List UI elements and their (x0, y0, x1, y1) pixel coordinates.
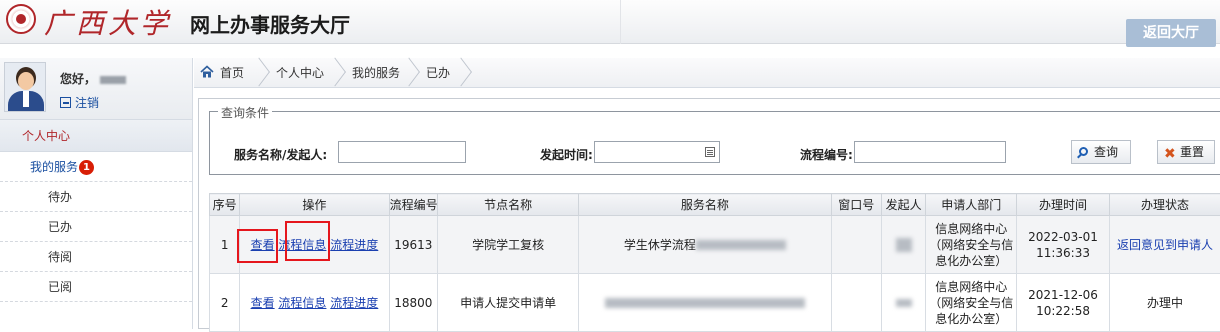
column-header: 办理时间 (1017, 194, 1110, 216)
nav-section-personal-center[interactable]: 个人中心 (0, 120, 192, 152)
breadcrumb-separator (452, 61, 474, 85)
site-title: 网上办事服务大厅 (190, 9, 350, 38)
flow-progress-link[interactable]: 流程进度 (330, 296, 378, 310)
calendar-icon[interactable] (705, 147, 715, 157)
query-legend: 查询条件 (218, 104, 272, 121)
logout-link[interactable]: 注销 (60, 94, 99, 111)
initiator (881, 274, 925, 332)
column-header: 申请人部门 (926, 194, 1017, 216)
query-fieldset: 查询条件 服务名称/发起人: 发起时间: 流程编号: 查询 ✖重置 (209, 111, 1220, 175)
breadcrumb-separator (400, 61, 422, 85)
column-header: 发起人 (881, 194, 925, 216)
status-text[interactable]: 返回意见到申请人 (1117, 238, 1213, 252)
handle-status: 办理中 (1109, 274, 1220, 332)
row-index: 2 (210, 274, 240, 332)
applicant-department: 信息网络中心（网络安全与信息化办公室） (926, 216, 1017, 274)
logout-icon (60, 97, 71, 108)
handle-time: 2022-03-01 11:36:33 (1017, 216, 1110, 274)
search-button[interactable]: 查询 (1071, 140, 1131, 164)
node-name: 申请人提交申请单 (438, 274, 579, 332)
breadcrumb-personal-center[interactable]: 个人中心 (276, 58, 324, 88)
notification-badge: 1 (79, 160, 94, 175)
start-time-label: 发起时间: (540, 146, 593, 163)
row-actions: 查看 流程信息 流程进度 (240, 274, 389, 332)
view-link[interactable]: 查看 (251, 296, 275, 310)
flow-number: 19613 (389, 216, 437, 274)
service-name (579, 274, 831, 332)
node-name: 学院学工复核 (438, 216, 579, 274)
university-logo-text: 广西大学 (44, 2, 172, 42)
service-name: 学生休学流程 (579, 216, 831, 274)
table-header-row: 序号 操作 流程编号 节点名称 服务名称 窗口号 发起人 申请人部门 办理时间 … (210, 194, 1220, 216)
breadcrumb-done: 已办 (426, 58, 450, 88)
column-header: 节点名称 (438, 194, 579, 216)
column-header: 流程编号 (389, 194, 437, 216)
done-items-table: 序号 操作 流程编号 节点名称 服务名称 窗口号 发起人 申请人部门 办理时间 … (209, 193, 1220, 332)
nav-item-my-services[interactable]: 我的服务1 (0, 152, 192, 182)
window-number (831, 274, 881, 332)
header: 广西大学 网上办事服务大厅 (0, 0, 1220, 44)
redacted-text (605, 298, 805, 308)
breadcrumb: 首页 个人中心 我的服务 已办 (194, 58, 1220, 88)
table-row: 2 查看 流程信息 流程进度 18800 申请人提交申请单 信息网络中心（网络安… (210, 274, 1220, 332)
row-index: 1 (210, 216, 240, 274)
search-button-label: 查询 (1094, 145, 1118, 159)
nav-item-read[interactable]: 已阅 (0, 272, 192, 302)
applicant-department: 信息网络中心（网络安全与信息化办公室） (926, 274, 1017, 332)
flow-number-label: 流程编号: (800, 146, 853, 163)
search-icon (1079, 147, 1088, 156)
sidebar: 您好， 注销 个人中心 我的服务1 待办 已办 待阅 已阅 (0, 58, 193, 329)
user-name-redacted (100, 76, 126, 84)
column-header: 服务名称 (579, 194, 831, 216)
back-to-hall-button[interactable]: 返回大厅 (1126, 19, 1216, 47)
flow-progress-link[interactable]: 流程进度 (330, 238, 378, 252)
annotation-highlight-flow-info (285, 221, 330, 261)
nav-item-done[interactable]: 已办 (0, 212, 192, 242)
flow-number: 18800 (389, 274, 437, 332)
column-header: 序号 (210, 194, 240, 216)
reset-button-label: 重置 (1180, 145, 1204, 159)
handle-status[interactable]: 返回意见到申请人 (1109, 216, 1220, 274)
initiator (881, 216, 925, 274)
redacted-text (696, 240, 786, 250)
column-header: 窗口号 (831, 194, 881, 216)
close-icon: ✖ (1164, 143, 1176, 165)
university-seal-icon (6, 4, 36, 34)
service-name-input[interactable] (338, 141, 466, 163)
service-name-label: 服务名称/发起人: (234, 146, 327, 163)
greeting-text: 您好， (60, 72, 96, 86)
breadcrumb-separator (250, 61, 272, 85)
handle-time: 2021-12-06 10:22:58 (1017, 274, 1110, 332)
main-content: 查询条件 服务名称/发起人: 发起时间: 流程编号: 查询 ✖ 重置 序号 操作 … (198, 98, 1220, 329)
greeting: 您好， (60, 70, 126, 87)
start-time-input[interactable] (594, 141, 720, 163)
service-name-text: 学生休学流程 (624, 238, 696, 252)
header-divider (620, 0, 621, 44)
nav-item-todo[interactable]: 待办 (0, 182, 192, 212)
flow-number-input[interactable] (854, 141, 1006, 163)
column-header: 办理状态 (1109, 194, 1220, 216)
window-number (831, 216, 881, 274)
table-row: 1 查看 流程信息 流程进度 19613 学院学工复核 学生休学流程 信息网络中… (210, 216, 1220, 274)
breadcrumb-separator (326, 61, 348, 85)
logout-label: 注销 (75, 96, 99, 110)
user-panel: 您好， 注销 (0, 58, 192, 120)
redacted-text (896, 299, 912, 307)
nav-item-label: 我的服务 (30, 160, 78, 174)
reset-button[interactable]: ✖ 重置 (1157, 140, 1215, 164)
column-header: 操作 (240, 194, 389, 216)
flow-info-link[interactable]: 流程信息 (278, 296, 326, 310)
home-icon (200, 65, 214, 79)
annotation-highlight-view (237, 229, 278, 263)
breadcrumb-my-services[interactable]: 我的服务 (352, 58, 400, 88)
avatar (4, 62, 46, 112)
redacted-text (896, 238, 912, 252)
nav-item-to-read[interactable]: 待阅 (0, 242, 192, 272)
breadcrumb-home[interactable]: 首页 (220, 58, 244, 88)
